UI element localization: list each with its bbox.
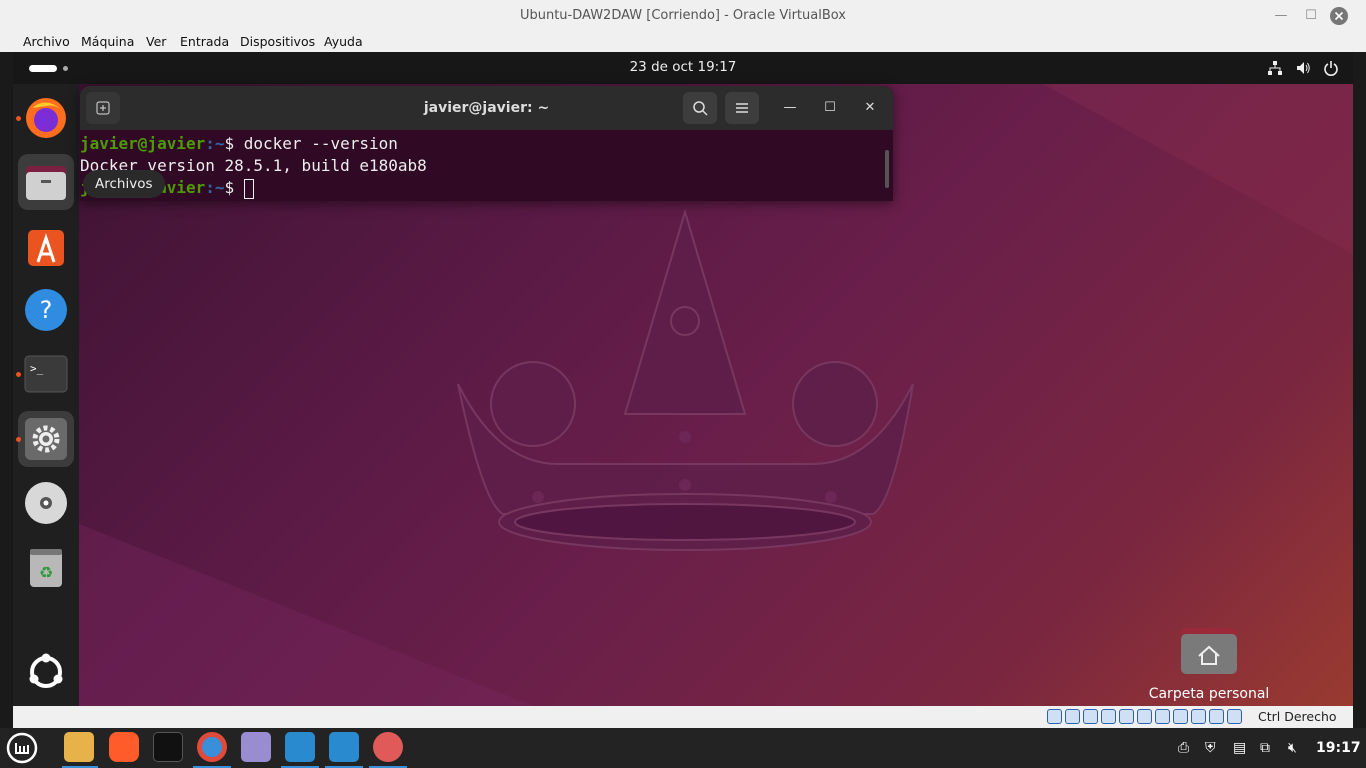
close-button[interactable] [1324, 0, 1354, 32]
dock-trash[interactable]: ♻ [18, 539, 74, 595]
taskbar-clock[interactable]: 19:17 [1316, 728, 1361, 768]
taskbar-chrome-icon[interactable] [197, 732, 227, 762]
terminal-window[interactable]: javier@javier: ~ — ☐ ✕ javier@javier:~$ … [80, 86, 893, 201]
host-key-label: Ctrl Derecho [1258, 709, 1337, 724]
settings-icon [25, 418, 67, 460]
dock-terminal[interactable]: >_ [16, 346, 74, 402]
vm-display[interactable]: 23 de oct 19:17 ? >_ ♻ javier@javier: ~ … [13, 52, 1353, 706]
menu-entrada[interactable]: Entrada [180, 34, 229, 49]
window-title-bar: Ubuntu-DAW2DAW [Corriendo] - Oracle Virt… [0, 0, 1366, 32]
terminal-line: javier@javier:~$ [80, 177, 893, 199]
display-icon [1155, 709, 1170, 724]
dock-firefox[interactable] [16, 90, 74, 146]
volume-icon[interactable] [1295, 60, 1311, 76]
tray-network-icon[interactable]: ⧉ [1260, 728, 1270, 768]
svg-text:>_: >_ [30, 362, 44, 375]
menu-button[interactable] [725, 92, 759, 124]
network-icon[interactable] [1267, 60, 1283, 76]
taskbar-text-editor-icon[interactable] [241, 732, 271, 762]
vtx-icon [1191, 709, 1206, 724]
network-status-icon [1101, 709, 1116, 724]
dock-disc[interactable] [18, 475, 74, 531]
clock[interactable]: 23 de oct 19:17 [13, 52, 1353, 82]
mute-icon[interactable]: 🔇︎ [1288, 728, 1297, 768]
mint-menu-icon[interactable] [6, 732, 38, 764]
window-title: Ubuntu-DAW2DAW [Corriendo] - Oracle Virt… [519, 8, 847, 23]
notes-icon[interactable]: ▤ [1233, 728, 1246, 768]
firefox-icon [26, 98, 66, 138]
terminal-close-button[interactable]: ✕ [855, 92, 885, 124]
taskbar-terminal-icon[interactable] [153, 732, 183, 762]
search-button[interactable] [683, 92, 717, 124]
maximize-icon[interactable]: ☐ [1296, 0, 1326, 32]
dock-files[interactable] [18, 154, 74, 210]
taskbar-firefox-icon[interactable] [109, 732, 139, 762]
taskbar-files-icon[interactable] [64, 732, 94, 762]
terminal-line: javier@javier:~$ docker --version [80, 134, 398, 153]
svg-text:?: ? [40, 296, 53, 324]
menu-maquina[interactable]: Máquina [81, 34, 134, 49]
mouse-icon [1209, 709, 1224, 724]
home-folder-icon[interactable] [1181, 626, 1237, 674]
terminal-scrollbar[interactable] [885, 150, 889, 188]
dock-help[interactable]: ? [18, 282, 74, 338]
audio-icon [1083, 709, 1098, 724]
terminal-line: Docker version 28.5.1, build e180ab8 [80, 156, 427, 175]
terminal-maximize-button[interactable]: ☐ [815, 92, 845, 124]
help-icon: ? [25, 289, 67, 331]
files-icon [26, 166, 66, 200]
taskbar-viewer-icon[interactable] [373, 732, 403, 762]
trash-icon: ♻ [30, 549, 62, 587]
taskbar-monitor-icon[interactable] [285, 732, 315, 762]
optical-icon [1065, 709, 1080, 724]
host-taskbar: ⎙ ⛨ ▤ ⧉ 🔇︎ 19:17 [0, 728, 1366, 768]
dock: ? >_ ♻ [13, 84, 79, 706]
svg-text:♻: ♻ [39, 563, 53, 582]
search-icon [693, 101, 708, 116]
vbox-status-bar: Ctrl Derecho [13, 706, 1353, 728]
shield-icon[interactable]: ⛨ [1205, 728, 1216, 768]
minimize-icon[interactable]: — [1266, 0, 1296, 32]
menu-bar: Archivo Máquina Ver Entrada Dispositivos… [0, 32, 1366, 52]
terminal-title: javier@javier: ~ [423, 100, 550, 116]
terminal-minimize-button[interactable]: — [775, 92, 805, 124]
close-icon [1330, 7, 1348, 25]
power-icon[interactable] [1323, 60, 1339, 76]
terminal-header: javier@javier: ~ — ☐ ✕ [80, 86, 893, 130]
recording-icon [1173, 709, 1188, 724]
show-apps-icon [29, 653, 63, 688]
clipboard-icon[interactable]: ⎙ [1178, 728, 1189, 768]
shared-folder-icon [1137, 709, 1152, 724]
dock-settings[interactable] [16, 411, 74, 467]
home-folder-label[interactable]: Carpeta personal [1140, 686, 1278, 702]
dock-tooltip: Archivos [83, 170, 165, 198]
keyboard-icon [1227, 709, 1242, 724]
menu-ver[interactable]: Ver [146, 34, 166, 49]
dock-show-apps[interactable] [18, 644, 74, 700]
menu-dispositivos[interactable]: Dispositivos [240, 34, 315, 49]
device-status-icons[interactable] [1047, 709, 1242, 725]
menu-ayuda[interactable]: Ayuda [324, 34, 363, 49]
gnome-top-bar: 23 de oct 19:17 [13, 52, 1353, 84]
hdd-icon [1047, 709, 1062, 724]
terminal-output[interactable]: javier@javier:~$ docker --version Docker… [80, 130, 893, 199]
terminal-icon: >_ [24, 355, 68, 393]
taskbar-monitor-2-icon[interactable] [329, 732, 359, 762]
terminal-cursor [243, 178, 254, 199]
menu-archivo[interactable]: Archivo [23, 34, 70, 49]
usb-icon [1119, 709, 1134, 724]
disc-icon [25, 482, 67, 524]
hamburger-icon [736, 103, 748, 113]
dock-app-center[interactable] [18, 218, 74, 274]
app-center-icon [28, 230, 64, 266]
